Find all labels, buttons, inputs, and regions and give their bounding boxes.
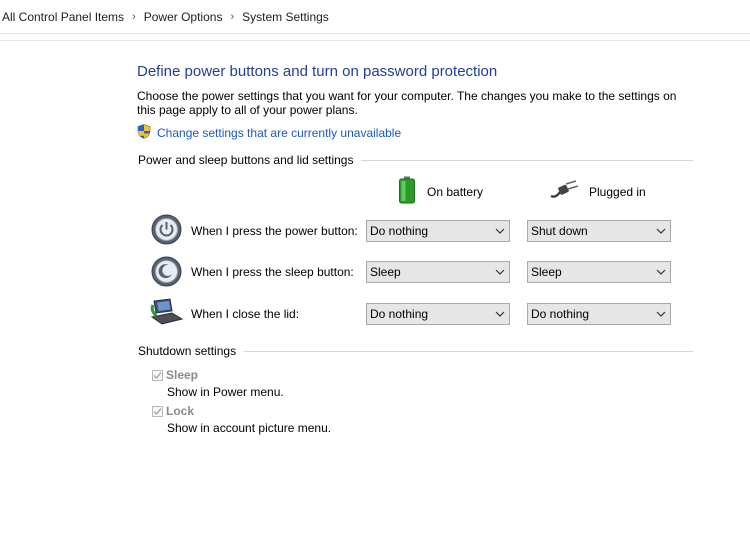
- chevron-right-icon[interactable]: ›: [132, 11, 136, 23]
- header-divider: [0, 40, 750, 41]
- lid-close-label: When I close the lid:: [191, 307, 300, 321]
- plugged-in-label: Plugged in: [589, 184, 646, 199]
- power-button-label: When I press the power button:: [191, 224, 358, 238]
- shutdown-section-header: Shutdown settings: [138, 344, 693, 358]
- sleep-checkbox-label: Sleep: [166, 368, 199, 382]
- power-section-header: Power and sleep buttons and lid settings: [138, 153, 693, 167]
- select-value: Shut down: [531, 224, 588, 238]
- sleep-button-plugged-select[interactable]: Sleep: [527, 261, 671, 283]
- breadcrumb-item-system-settings[interactable]: System Settings: [242, 10, 329, 24]
- sleep-button-battery-select[interactable]: Sleep: [366, 261, 510, 283]
- lock-checkbox-row[interactable]: Lock: [152, 404, 194, 418]
- on-battery-label: On battery: [427, 184, 484, 199]
- laptop-lid-icon: [150, 297, 184, 330]
- select-value: Sleep: [370, 265, 401, 279]
- power-section-title: Power and sleep buttons and lid settings: [138, 153, 354, 167]
- chevron-down-icon: [491, 311, 509, 317]
- power-button-icon: [151, 214, 182, 248]
- uac-shield-icon: [137, 124, 151, 142]
- column-plugged-in: Plugged in: [549, 180, 646, 203]
- power-button-plugged-select[interactable]: Shut down: [527, 220, 671, 242]
- chevron-right-icon[interactable]: ›: [230, 11, 234, 23]
- column-on-battery: On battery: [397, 176, 483, 207]
- chevron-down-icon: [652, 228, 670, 234]
- sleep-button-icon: [151, 256, 182, 290]
- sleep-checkbox-row[interactable]: Sleep: [152, 368, 198, 382]
- breadcrumb: All Control Panel Items › Power Options …: [0, 0, 750, 34]
- lid-plugged-select[interactable]: Do nothing: [527, 303, 671, 325]
- breadcrumb-item-power-options[interactable]: Power Options: [144, 10, 223, 24]
- lock-checkbox-label: Lock: [166, 404, 195, 418]
- select-value: Do nothing: [370, 224, 429, 238]
- chevron-down-icon: [652, 269, 670, 275]
- sleep-checkbox-description: Show in Power menu.: [167, 385, 284, 399]
- change-settings-link-text[interactable]: Change settings that are currently unava…: [157, 126, 401, 140]
- section-rule: [361, 159, 693, 161]
- breadcrumb-item-all-control-panel[interactable]: All Control Panel Items: [2, 10, 124, 24]
- select-value: Sleep: [531, 265, 562, 279]
- chevron-down-icon: [652, 311, 670, 317]
- lock-checkbox[interactable]: [152, 405, 163, 417]
- sleep-checkbox[interactable]: [152, 369, 163, 381]
- chevron-down-icon: [491, 269, 509, 275]
- power-button-battery-select[interactable]: Do nothing: [366, 220, 510, 242]
- battery-icon: [397, 176, 417, 207]
- lock-checkbox-description: Show in account picture menu.: [167, 421, 332, 435]
- page-description: Choose the power settings that you want …: [137, 89, 677, 117]
- section-rule: [244, 350, 693, 352]
- sleep-button-label: When I press the sleep button:: [191, 265, 354, 279]
- power-plug-icon: [549, 180, 579, 203]
- select-value: Do nothing: [531, 307, 590, 321]
- shutdown-section-title: Shutdown settings: [138, 344, 237, 358]
- chevron-down-icon: [491, 228, 509, 234]
- select-value: Do nothing: [370, 307, 429, 321]
- page-title: Define power buttons and turn on passwor…: [137, 63, 498, 80]
- lid-battery-select[interactable]: Do nothing: [366, 303, 510, 325]
- change-settings-link[interactable]: Change settings that are currently unava…: [137, 124, 401, 142]
